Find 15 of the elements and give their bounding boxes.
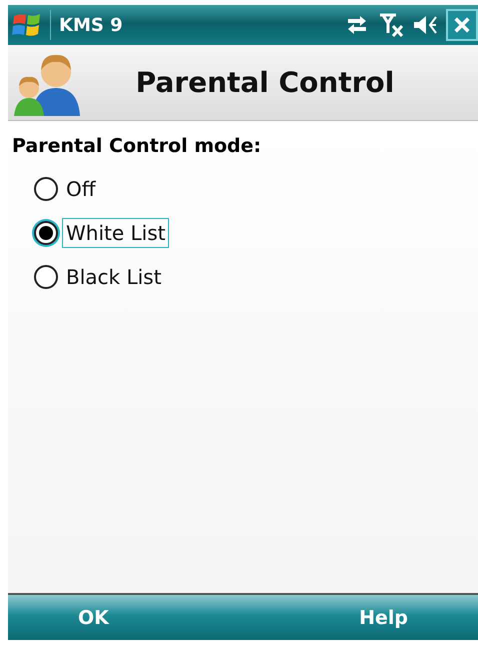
signal-off-icon: [378, 12, 404, 38]
option-label[interactable]: Black List: [62, 262, 166, 292]
close-icon: [453, 16, 471, 34]
close-button[interactable]: [446, 9, 478, 41]
radio-button[interactable]: [34, 221, 58, 245]
radio-button[interactable]: [34, 265, 58, 289]
page-title: Parental Control: [134, 66, 396, 99]
ok-softkey[interactable]: OK: [68, 600, 119, 634]
help-softkey[interactable]: Help: [349, 600, 418, 634]
radio-button[interactable]: [34, 177, 58, 201]
app-title: KMS 9: [59, 14, 123, 36]
speaker-icon: [412, 14, 438, 36]
option-label[interactable]: Off: [62, 174, 100, 204]
option-label[interactable]: White List: [62, 218, 170, 248]
mode-label: Parental Control mode:: [12, 135, 262, 157]
